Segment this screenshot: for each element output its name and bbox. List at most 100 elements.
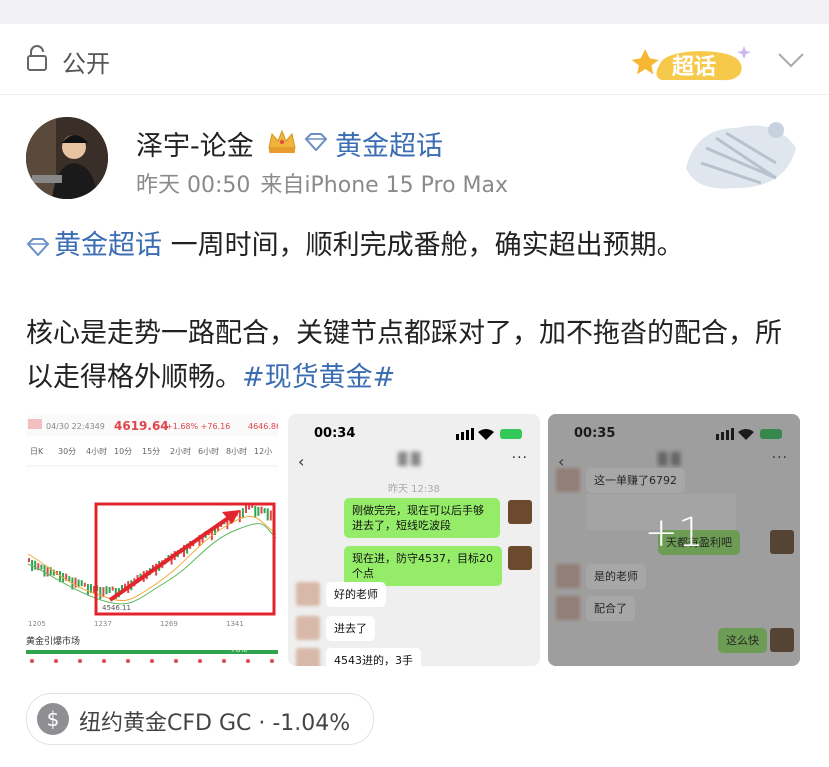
chat-message: 现在进，防守4537，目标20个点 — [344, 546, 502, 586]
chat-message: 好的老师 — [326, 582, 386, 607]
visibility-label[interactable]: 公开 — [62, 44, 110, 79]
chart-dot — [150, 659, 154, 663]
supertopic-badge-label: 超话 — [672, 55, 716, 80]
timeframe-tab: 10分 — [114, 447, 132, 456]
candlestick — [245, 505, 247, 513]
candlestick — [241, 508, 244, 519]
post-paragraph-1: 黄金超话 一周时间，顺利完成番舱，确实超出预期。 — [26, 226, 684, 266]
chart-high: 4646.86 — [248, 422, 278, 431]
chart-dot — [246, 659, 250, 663]
image-chat-2[interactable]: 00:35 ‹ █ █ ··· 这一单赚了6792 天都有盈利吧 是的老师 配合… — [548, 414, 800, 666]
chart-dot — [198, 659, 202, 663]
candlestick — [99, 587, 102, 599]
candlestick — [263, 508, 266, 514]
avatar — [508, 500, 532, 524]
candlestick — [74, 577, 77, 588]
candlestick — [254, 506, 257, 517]
chat-message: 4543进的，3手 — [326, 648, 421, 666]
avatar — [296, 582, 320, 606]
diamond-icon — [304, 133, 328, 151]
candlestick — [80, 580, 83, 587]
post-text-2: 核心是走势一路配合，关键节点都踩对了，加不拖沓的配合，所以走得格外顺畅。 — [26, 318, 782, 393]
candlestick — [43, 564, 46, 577]
timeframe-tab: 2小时 — [170, 446, 191, 456]
candlestick — [238, 510, 241, 523]
avatar — [296, 648, 320, 666]
candlestick — [40, 564, 43, 570]
supertopic-badge[interactable]: 超话 — [632, 42, 754, 86]
hashtag-link[interactable]: #现货黄金# — [242, 362, 395, 393]
chevron-down-icon[interactable] — [776, 50, 806, 70]
candlestick — [269, 510, 272, 521]
topic-inline-link[interactable]: 黄金超话 — [54, 230, 162, 261]
candlestick — [28, 558, 30, 563]
lock-icon — [27, 45, 47, 71]
back-chevron-icon: ‹ — [298, 452, 305, 471]
avatar[interactable] — [26, 117, 108, 199]
phone-time: 00:34 — [314, 426, 356, 441]
timeframe-tab: 8小时 — [226, 446, 247, 456]
dollar-icon: $ — [37, 703, 69, 735]
status-strip — [0, 0, 829, 24]
decorative-sticker — [686, 122, 796, 189]
chart-footer: 黄金引爆市场 — [26, 635, 80, 647]
post-text-1: 一周时间，顺利完成番舱，确实超出预期。 — [162, 230, 684, 261]
candlestick — [266, 508, 269, 521]
chart-low: 4546.11 — [102, 604, 131, 612]
candlestick — [108, 587, 111, 593]
topic-link[interactable]: 黄金超话 — [335, 124, 443, 163]
candlestick — [34, 560, 37, 570]
chat-title-blurred: █ █ — [398, 452, 421, 466]
chart-dot — [222, 659, 226, 663]
x-tick-label: 1237 — [94, 620, 112, 628]
post-time: 昨天 00:50 — [136, 173, 251, 198]
chart-price: 4619.64 — [114, 419, 169, 433]
chart-dot — [270, 659, 274, 663]
timeframe-tab: 30分 — [58, 447, 76, 456]
chart-dot — [30, 659, 34, 663]
candlestick — [86, 584, 89, 595]
x-tick-label: 1341 — [226, 620, 244, 628]
candlestick — [260, 506, 263, 514]
timeframe-tab: 日K — [30, 447, 44, 456]
post-source: 来自iPhone 15 Pro Max — [260, 173, 509, 198]
timeframe-tab: 4小时 — [86, 446, 107, 456]
x-tick-label: 1205 — [28, 620, 46, 628]
chart-date: 04/30 22:4349 — [46, 422, 105, 431]
timeframe-tab: 15分 — [142, 447, 160, 456]
candlestick — [257, 506, 260, 516]
avatar — [508, 546, 532, 570]
stock-tag-pill[interactable]: $ 纽约黄金CFD GC · -1.04% — [26, 693, 374, 745]
chart-dot — [102, 659, 106, 663]
image-chat-1[interactable]: 00:34 ‹ █ █ ··· 昨天 12:38 刚做完完，现在可以后手够进去了… — [288, 414, 540, 666]
username[interactable]: 泽宇-论金 — [136, 124, 254, 163]
candlestick — [83, 582, 86, 587]
candlestick — [68, 576, 71, 582]
chat-screen: 00:34 ‹ █ █ ··· 昨天 12:38 刚做完完，现在可以后手够进去了… — [288, 414, 540, 666]
chart-dot — [174, 659, 178, 663]
image-chart[interactable]: 04/30 22:4349 4619.64 +1.68% +76.16 4646… — [26, 414, 278, 666]
candlestick — [111, 586, 114, 591]
diamond-icon — [26, 237, 50, 256]
candlestick — [105, 586, 108, 595]
chat-message: 刚做完完，现在可以后手够进去了，短线吃波段 — [344, 498, 500, 538]
timeframe-tab: 12小 — [254, 447, 272, 456]
more-images-count[interactable]: +1 — [548, 510, 800, 556]
chart-footer-pct: +8% — [230, 646, 247, 654]
chat-date: 昨天 12:38 — [388, 484, 440, 495]
post-paragraph-2: 核心是走势一路配合，关键节点都踩对了，加不拖沓的配合，所以走得格外顺畅。#现货黄… — [26, 312, 806, 400]
stock-tag-text: 纽约黄金CFD GC · -1.04% — [79, 711, 351, 736]
status-icons — [456, 428, 522, 440]
chart-change: +1.68% +76.16 — [166, 422, 230, 431]
timeframe-row: 日K 30分 4小时 10分 15分 2小时 6小时 8小时 12小 — [30, 446, 272, 456]
chart-dot — [78, 659, 82, 663]
avatar — [296, 616, 320, 640]
chat-message: 进去了 — [326, 616, 375, 641]
crown-icon — [268, 129, 296, 153]
chart-dot — [126, 659, 130, 663]
chart-dot — [54, 659, 58, 663]
timeframe-tab: 6小时 — [198, 446, 219, 456]
more-icon: ··· — [511, 450, 528, 466]
x-tick-label: 1269 — [160, 620, 178, 628]
post-meta: 昨天 00:50 来自iPhone 15 Pro Max — [136, 167, 518, 199]
